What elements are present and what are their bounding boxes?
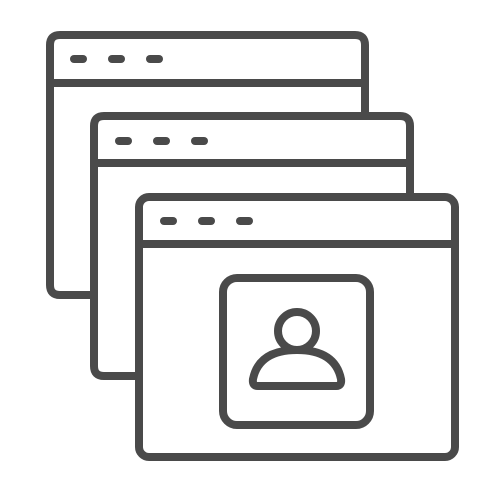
icon-canvas xyxy=(0,0,500,500)
front-window-frame xyxy=(135,193,459,461)
stacked-browser-windows-with-user-profile-icon xyxy=(46,31,459,461)
front-window xyxy=(135,193,459,461)
